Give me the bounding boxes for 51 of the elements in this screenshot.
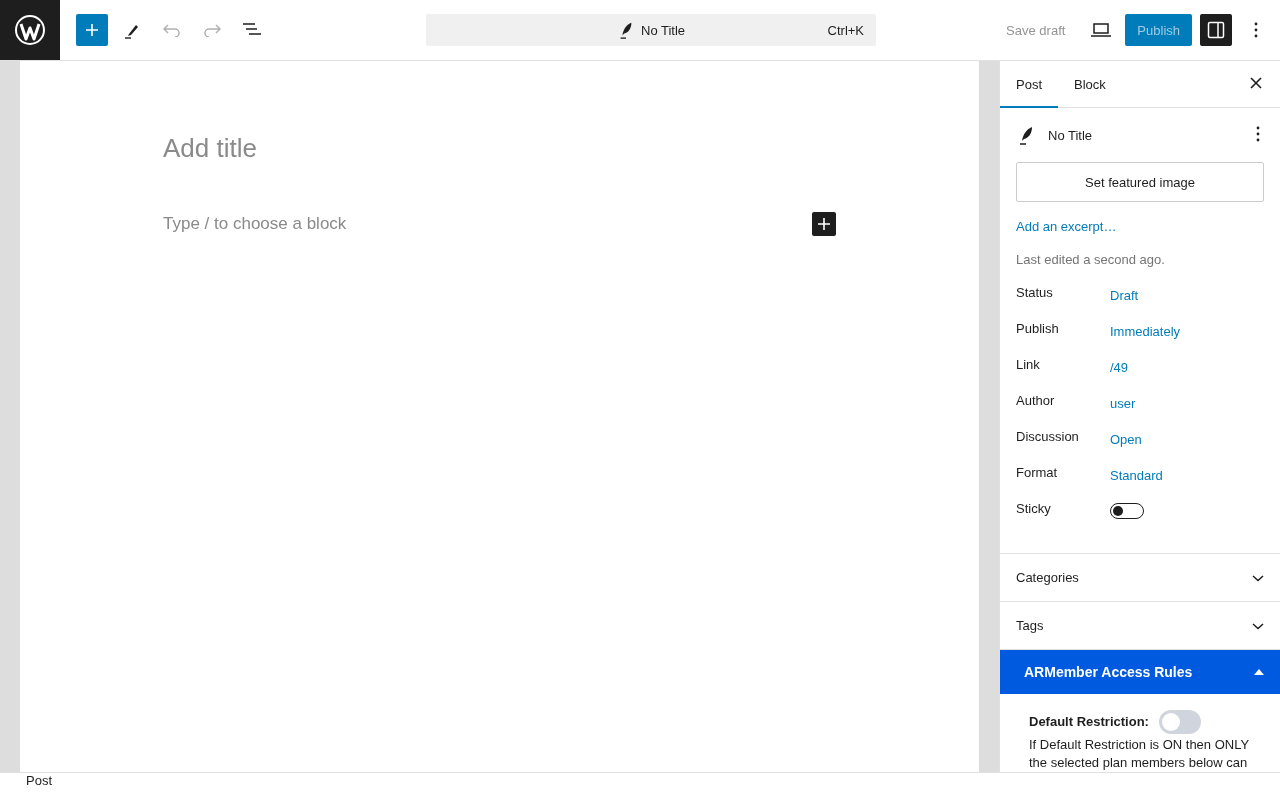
sidebar-tab[interactable]: Post bbox=[1000, 61, 1058, 108]
title-field[interactable]: Add title bbox=[163, 133, 257, 163]
set-featured-image-button[interactable]: Set featured image bbox=[1016, 162, 1264, 202]
caret-icon bbox=[1254, 669, 1264, 675]
panel-title: Categories bbox=[1016, 570, 1079, 585]
close-icon bbox=[1250, 76, 1262, 89]
property-value-link[interactable]: Standard bbox=[1110, 465, 1163, 485]
property-value-link[interactable]: user bbox=[1110, 393, 1136, 413]
sidebar-icon bbox=[1207, 21, 1225, 39]
add-block-button[interactable] bbox=[812, 212, 836, 236]
default-restriction-toggle[interactable] bbox=[1158, 710, 1201, 734]
armember-panel-header[interactable]: ARMember Access Rules bbox=[1000, 649, 1280, 694]
chevron-icon bbox=[1252, 573, 1264, 582]
settings-button[interactable] bbox=[1200, 14, 1232, 46]
panel-title: ARMember Access Rules bbox=[1024, 664, 1193, 680]
property-label: Link bbox=[1016, 357, 1040, 372]
chevron-icon bbox=[1252, 621, 1264, 630]
restriction-description: If Default Restriction is ON then ONLY the selected plan members below can bbox=[1029, 737, 1249, 770]
laptop-icon bbox=[1090, 23, 1113, 37]
list-icon bbox=[242, 23, 262, 37]
restriction-label: Default Restriction: bbox=[1029, 713, 1149, 731]
property-value-link[interactable]: Immediately bbox=[1110, 321, 1181, 341]
property-label: Publish bbox=[1016, 321, 1059, 336]
more-vertical-icon bbox=[1256, 125, 1260, 142]
breadcrumb[interactable]: Post bbox=[26, 773, 52, 788]
panel-title: Tags bbox=[1016, 618, 1044, 633]
shortcut-hint: Ctrl+K bbox=[827, 22, 865, 38]
panel-header[interactable]: Categories bbox=[1000, 553, 1280, 601]
post-title: No Title bbox=[1048, 127, 1093, 143]
logo[interactable] bbox=[0, 0, 60, 60]
plus-icon bbox=[84, 22, 100, 38]
redo-icon bbox=[203, 23, 221, 37]
property-label: Author bbox=[1016, 393, 1055, 408]
block-placeholder[interactable]: Type / to choose a block bbox=[163, 214, 347, 234]
command-bar[interactable]: No Title Ctrl+K bbox=[426, 14, 877, 46]
sidebar-tab[interactable]: Block bbox=[1058, 61, 1122, 108]
property-label: Status bbox=[1016, 285, 1053, 300]
property-value-link[interactable]: Draft bbox=[1110, 285, 1139, 305]
document-title: No Title bbox=[641, 22, 686, 38]
undo-icon bbox=[163, 23, 181, 37]
property-label: Format bbox=[1016, 465, 1058, 480]
add-excerpt-link[interactable]: Add an excerpt… bbox=[1016, 219, 1117, 234]
save-draft-button[interactable]: Save draft bbox=[994, 16, 1078, 44]
plus-icon bbox=[817, 217, 831, 231]
property-value-link[interactable]: Open bbox=[1110, 429, 1142, 449]
property-value-link[interactable]: /49 bbox=[1110, 357, 1129, 377]
more-vertical-icon bbox=[1254, 22, 1258, 38]
property-label: Sticky bbox=[1016, 501, 1051, 516]
property-label: Discussion bbox=[1016, 429, 1079, 444]
last-edited-text: Last edited a second ago. bbox=[1016, 252, 1165, 267]
logo-icon bbox=[14, 14, 46, 46]
